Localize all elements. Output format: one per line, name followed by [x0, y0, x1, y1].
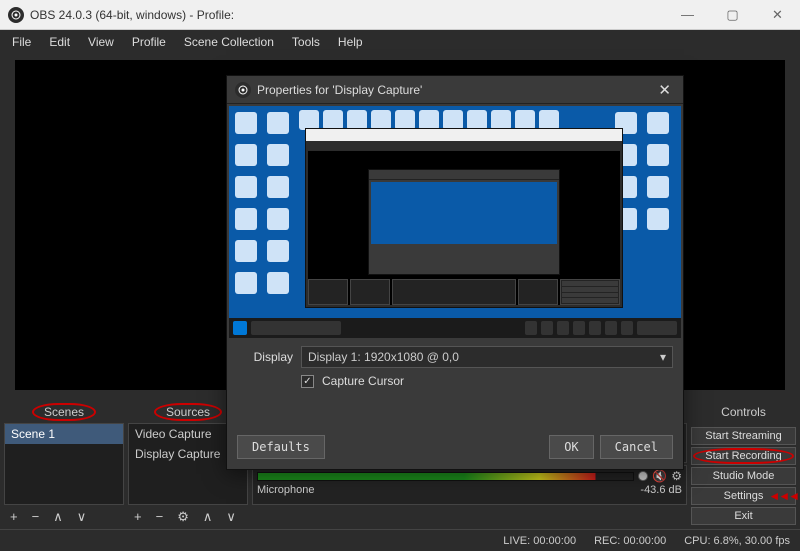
dialog-form: Display Display 1: 1920x1080 @ 0,0 ▾ ✓ C…	[227, 340, 683, 394]
window-title: OBS 24.0.3 (64-bit, windows) - Profile:	[30, 8, 665, 22]
statusbar: LIVE: 00:00:00 REC: 00:00:00 CPU: 6.8%, …	[0, 529, 800, 551]
status-rec: REC: 00:00:00	[594, 535, 666, 547]
list-item[interactable]: Scene 1	[5, 424, 123, 444]
sources-gear-button[interactable]: ⚙	[173, 509, 193, 525]
scenes-panel: Scenes Scene 1 + − ∧ ∨	[4, 403, 124, 525]
display-label: Display	[237, 350, 293, 364]
start-recording-button[interactable]: Start Recording	[691, 447, 796, 465]
scenes-list[interactable]: Scene 1	[4, 423, 124, 505]
status-live: LIVE: 00:00:00	[503, 535, 576, 547]
cancel-button[interactable]: Cancel	[600, 435, 673, 459]
dialog-preview[interactable]	[229, 106, 681, 338]
menu-view[interactable]: View	[80, 33, 122, 51]
start-streaming-button[interactable]: Start Streaming	[691, 427, 796, 445]
status-cpu: CPU: 6.8%, 30.00 fps	[684, 535, 790, 547]
dialog-titlebar: Properties for 'Display Capture' ✕	[227, 76, 683, 104]
dialog-footer: Defaults OK Cancel	[227, 427, 683, 469]
app-icon	[235, 82, 251, 98]
scenes-up-button[interactable]: ∧	[49, 509, 67, 525]
track-gear-icon[interactable]: ⚙	[671, 469, 682, 483]
sources-up-button[interactable]: ∧	[199, 509, 217, 525]
dialog-close-button[interactable]: ✕	[654, 81, 675, 99]
menu-edit[interactable]: Edit	[41, 33, 78, 51]
menu-tools[interactable]: Tools	[284, 33, 328, 51]
track-name: Microphone	[257, 484, 314, 496]
dialog-title: Properties for 'Display Capture'	[257, 83, 654, 97]
chevron-down-icon: ▾	[660, 350, 666, 364]
mixer-track-microphone: 🔇 ⚙ Microphone -43.6 dB	[252, 465, 687, 505]
menu-profile[interactable]: Profile	[124, 33, 174, 51]
capture-cursor-label: Capture Cursor	[322, 374, 404, 388]
windows-taskbar	[229, 318, 681, 338]
display-select-value: Display 1: 1920x1080 @ 0,0	[308, 350, 459, 364]
menu-file[interactable]: File	[4, 33, 39, 51]
studio-mode-button[interactable]: Studio Mode	[691, 467, 796, 485]
desktop-icons-right	[615, 112, 675, 236]
capture-cursor-checkbox[interactable]: ✓	[301, 375, 314, 388]
window-titlebar: OBS 24.0.3 (64-bit, windows) - Profile: …	[0, 0, 800, 30]
nested-obs-window	[305, 128, 623, 308]
desktop-icons	[235, 112, 295, 300]
menu-scene-collection[interactable]: Scene Collection	[176, 33, 282, 51]
settings-button[interactable]: Settings	[691, 487, 796, 505]
sources-add-button[interactable]: +	[130, 509, 146, 525]
menu-help[interactable]: Help	[330, 33, 371, 51]
properties-dialog: Properties for 'Display Capture' ✕	[226, 75, 684, 470]
defaults-button[interactable]: Defaults	[237, 435, 325, 459]
window-maximize-button[interactable]: ▢	[710, 0, 755, 29]
sources-down-button[interactable]: ∨	[222, 509, 240, 525]
menubar: File Edit View Profile Scene Collection …	[0, 30, 800, 54]
desktop-icons-top	[299, 110, 611, 130]
sources-remove-button[interactable]: −	[152, 509, 168, 525]
controls-panel: Controls Start Streaming Start Recording…	[691, 403, 796, 525]
scenes-title: Scenes	[4, 403, 124, 423]
scenes-down-button[interactable]: ∨	[73, 509, 91, 525]
window-close-button[interactable]: ✕	[755, 0, 800, 29]
display-select[interactable]: Display 1: 1920x1080 @ 0,0 ▾	[301, 346, 673, 368]
track-db: -43.6 dB	[640, 484, 682, 496]
scenes-remove-button[interactable]: −	[28, 509, 44, 525]
controls-title: Controls	[691, 403, 796, 423]
scenes-add-button[interactable]: +	[6, 509, 22, 525]
window-minimize-button[interactable]: ―	[665, 0, 710, 29]
app-icon	[8, 7, 24, 23]
ok-button[interactable]: OK	[549, 435, 593, 459]
exit-button[interactable]: Exit	[691, 507, 796, 525]
vu-meter	[257, 472, 634, 481]
mute-icon[interactable]: 🔇	[652, 469, 667, 483]
volume-slider[interactable]	[638, 471, 648, 481]
